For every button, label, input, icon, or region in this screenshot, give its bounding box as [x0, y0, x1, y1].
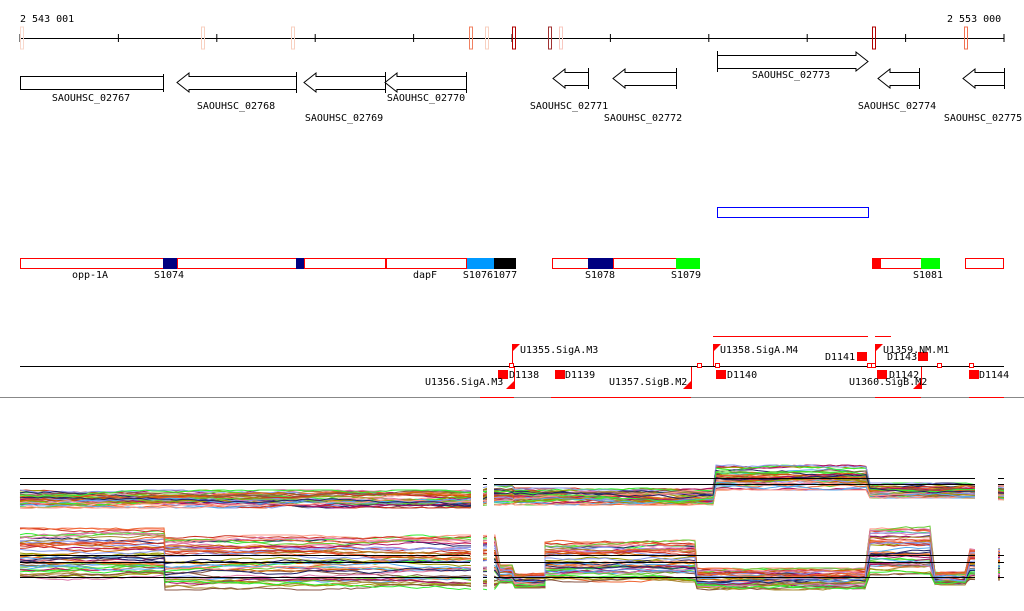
promoter-label[interactable]: U1355.SigA.M3 — [520, 345, 598, 356]
terminator-label[interactable]: D1141 — [825, 352, 855, 363]
terminator-label[interactable]: D1142 — [889, 370, 919, 381]
gene-arrow — [384, 71, 466, 94]
segment-fill — [467, 258, 494, 269]
gene-label[interactable]: SAOUHSC_02774 — [858, 101, 936, 112]
site-marker — [697, 363, 702, 368]
terminator-label[interactable]: D1143 — [887, 352, 917, 363]
segment-label: S10761077 — [462, 270, 518, 281]
segment-fill — [296, 258, 304, 269]
segment-box — [613, 258, 677, 269]
segment-box — [386, 258, 467, 269]
promoter-flag-icon — [506, 381, 514, 389]
segment-label: S1074 — [153, 270, 185, 281]
gap-mask — [975, 455, 998, 600]
site-marker — [509, 363, 514, 368]
terminator-box-icon — [857, 352, 867, 361]
gene-arrow — [303, 71, 385, 94]
site-marker — [715, 363, 720, 368]
segment-label: S1078 — [584, 270, 616, 281]
gene-label[interactable]: SAOUHSC_02767 — [52, 93, 130, 104]
gene-arrow — [962, 67, 1004, 90]
gene-arrow — [877, 67, 919, 90]
site-marker — [969, 363, 974, 368]
gene-box — [20, 76, 164, 90]
promoter-flag-icon — [512, 344, 520, 352]
promoter-flag-icon — [875, 344, 883, 352]
segment-box — [20, 258, 164, 269]
segment-box — [177, 258, 297, 269]
terminator-box-icon — [555, 370, 565, 379]
genome-browser: 2 543 001 2 553 000 SAOUHSC_02767 SAOUHS… — [0, 0, 1024, 611]
terminator-box-icon — [716, 370, 726, 379]
gap-mask — [471, 455, 483, 600]
gene-label[interactable]: SAOUHSC_02770 — [387, 93, 465, 104]
segment-fill — [676, 258, 700, 269]
promoter-label[interactable]: U1358.SigA.M4 — [720, 345, 798, 356]
segment-box — [304, 258, 386, 269]
segment-label: S1081 — [912, 270, 944, 281]
promoter-label[interactable]: U1356.SigA.M3 — [425, 377, 503, 388]
gene-arrow — [612, 67, 676, 90]
terminator-label[interactable]: D1138 — [509, 370, 539, 381]
site-marker — [867, 363, 872, 368]
gene-arrow — [176, 71, 296, 94]
segment-fill — [163, 258, 177, 269]
segment-box — [965, 258, 1004, 269]
site-marker — [871, 363, 876, 368]
segment-label: opp-1A — [71, 270, 109, 281]
gene-arrow — [552, 67, 588, 90]
gene-label[interactable]: SAOUHSC_02773 — [752, 70, 830, 81]
gap-mask — [487, 455, 494, 600]
segment-fill — [494, 258, 516, 269]
promoter-label[interactable]: U1357.SigB.M2 — [609, 377, 687, 388]
terminator-label[interactable]: D1144 — [979, 370, 1009, 381]
segment-label: dapF — [412, 270, 438, 281]
gene-label[interactable]: SAOUHSC_02769 — [305, 113, 383, 124]
browser-canvas — [0, 26, 1024, 600]
terminator-label[interactable]: D1140 — [727, 370, 757, 381]
segment-fill — [921, 258, 940, 269]
terminator-box-icon — [969, 370, 979, 379]
segment-fill — [872, 258, 880, 269]
segment-box — [717, 207, 869, 218]
segment-label: S1079 — [670, 270, 702, 281]
site-marker — [937, 363, 942, 368]
terminator-label[interactable]: D1139 — [565, 370, 595, 381]
gene-label[interactable]: SAOUHSC_02775 — [944, 113, 1022, 124]
gene-label[interactable]: SAOUHSC_02771 — [530, 101, 608, 112]
gene-label[interactable]: SAOUHSC_02772 — [604, 113, 682, 124]
segment-box — [880, 258, 922, 269]
gene-label[interactable]: SAOUHSC_02768 — [197, 101, 275, 112]
axis-end-label: 2 553 000 — [947, 14, 1002, 25]
gene-arrow — [717, 50, 869, 73]
axis-start-label: 2 543 001 — [20, 14, 75, 25]
segment-fill — [588, 258, 613, 269]
